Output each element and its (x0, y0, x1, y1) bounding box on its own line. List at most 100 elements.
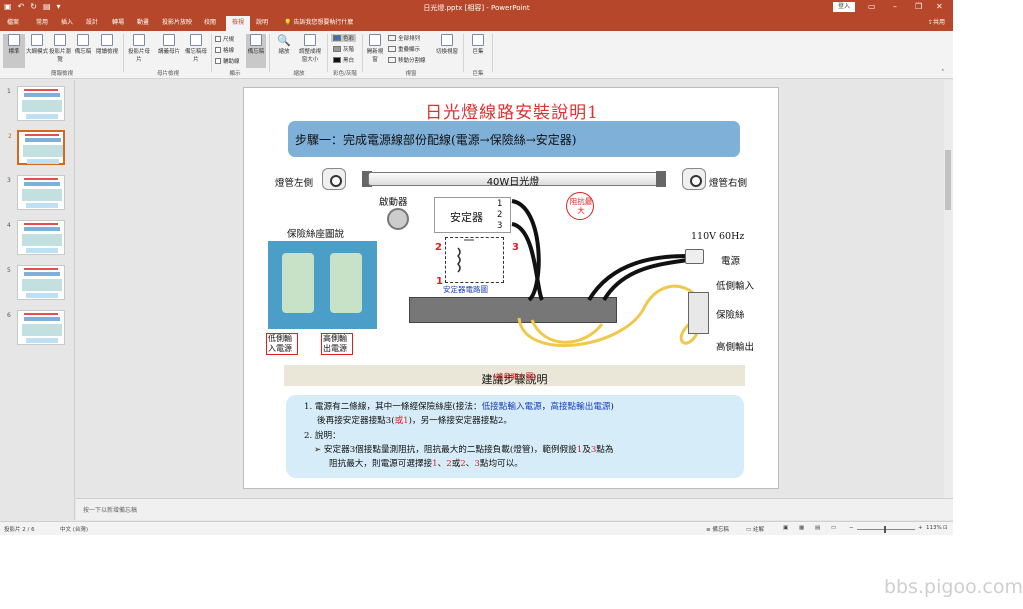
close-icon[interactable]: ✕ (936, 2, 943, 12)
bw-mode-button[interactable]: 黑白 (333, 56, 354, 64)
macros-icon (472, 34, 484, 46)
arrange-all-button[interactable]: 全部排列 (388, 34, 420, 42)
notes-toggle-button[interactable]: 備忘稿 (246, 34, 266, 68)
slide-number: 2 (8, 133, 12, 140)
comments-status-button[interactable]: ▭ 註解 (746, 525, 764, 533)
tab-file[interactable]: 檔案 (4, 15, 22, 31)
tab-slideshow[interactable]: 投影片放映 (160, 15, 194, 31)
vertical-scrollbar[interactable] (944, 80, 953, 498)
tab-transitions[interactable]: 轉場 (110, 15, 126, 31)
cascade-label: 重疊顯示 (398, 47, 421, 53)
grayscale-mode-button[interactable]: 灰階 (333, 45, 354, 53)
handout-master-label: 講義母片 (157, 49, 180, 55)
slideshow-status-icon[interactable]: ▭ (831, 525, 836, 531)
zoom-label: 縮放 (278, 49, 290, 55)
slide-thumbnail[interactable]: 3 (7, 175, 65, 210)
window-title: 日光燈.pptx [相容] - PowerPoint (423, 4, 530, 12)
guides-label: 輔助線 (223, 59, 240, 65)
scrollbar-thumb[interactable] (945, 150, 951, 210)
restore-icon[interactable]: ❐ (915, 2, 922, 12)
slide-thumbnail-active[interactable]: 2 (8, 130, 65, 165)
slide-number: 1 (7, 88, 11, 95)
collapse-ribbon-icon[interactable]: ˆ (941, 69, 945, 77)
new-window-label: 開新視窗 (366, 49, 384, 63)
slide-sorter-icon (54, 34, 66, 46)
share-button[interactable]: ⇪共用 (928, 15, 945, 31)
cascade-icon (388, 46, 396, 52)
tab-insert[interactable]: 插入 (59, 15, 75, 31)
gridlines-label: 格線 (223, 48, 235, 54)
macros-button[interactable]: 巨集 (468, 34, 488, 55)
reading-view-button[interactable]: 閱讀檢視 (95, 34, 119, 55)
ruler-checkbox-box (215, 36, 221, 42)
arrange-all-icon (388, 35, 396, 41)
tab-help[interactable]: 說明 (254, 15, 270, 31)
zoom-in-icon[interactable]: + (918, 525, 923, 531)
slide-thumbnail[interactable]: 6 (7, 310, 65, 345)
instructions-box[interactable]: 1. 電源有二條線，其中一條經保險絲座(接法：低接點輸入電源，高接點輸出電源) … (286, 395, 744, 478)
language-indicator[interactable]: 中文 (台灣) (60, 525, 88, 533)
grayscale-mode-label: 灰階 (343, 47, 355, 53)
outline-view-icon (31, 34, 43, 46)
slide-thumbnail[interactable]: 4 (7, 220, 65, 255)
slide-sorter-button[interactable]: 投影片瀏覽 (49, 34, 71, 63)
tab-review[interactable]: 校閱 (202, 15, 218, 31)
switch-windows-icon (441, 34, 453, 46)
slide-thumbnail[interactable]: 5 (7, 265, 65, 300)
handout-master-button[interactable]: 講義母片 (157, 34, 181, 55)
tab-view[interactable]: 檢視 (226, 16, 250, 31)
move-split-button[interactable]: 移動分割線 (388, 56, 426, 64)
zoom-button[interactable]: 🔍 縮放 (274, 34, 294, 55)
notes-page-button[interactable]: 備忘稿 (72, 34, 94, 55)
notes-status-button[interactable]: ≡ 備忘稿 (706, 525, 729, 533)
guides-checkbox[interactable]: 輔助線 (215, 57, 240, 65)
reading-view-status-icon[interactable]: ▤ (815, 525, 820, 531)
notes-pane[interactable]: 按一下以新增備忘稿 (76, 498, 953, 520)
group-macros: 巨集 (472, 71, 484, 77)
notes-master-button[interactable]: 備忘稿母片 (184, 34, 208, 63)
gridlines-checkbox[interactable]: 格線 (215, 46, 234, 54)
outline-view-button[interactable]: 大綱模式 (26, 34, 48, 55)
ribbon-divider (123, 34, 124, 72)
cascade-button[interactable]: 重疊顯示 (388, 45, 420, 53)
fuse-low-label: 低側輸入電源 (266, 333, 298, 355)
fit-window-button[interactable]: 調整成視窗大小 (297, 34, 323, 63)
macros-label: 巨集 (472, 49, 484, 55)
normal-view-button[interactable]: 標準 (3, 34, 25, 68)
notes-toggle-icon (250, 34, 262, 46)
new-window-button[interactable]: 開新視窗 (365, 34, 385, 63)
zoom-slider[interactable] (857, 529, 915, 530)
slide-canvas[interactable]: 日光燈線路安裝說明1 步驟一：完成電源線部份配線(電源→保險絲→安定器) 燈管左… (243, 87, 779, 489)
share-label: 共用 (933, 19, 946, 26)
notes-status-label: 備忘稿 (712, 527, 729, 533)
tab-animations[interactable]: 動畫 (135, 15, 151, 31)
normal-view-label: 標準 (8, 49, 20, 55)
notes-master-label: 備忘稿母片 (184, 49, 207, 63)
ruler-checkbox[interactable]: 尺規 (215, 35, 234, 43)
low-input-label: 低側輸入 (716, 281, 755, 292)
sorter-view-status-icon[interactable]: ▦ (799, 525, 804, 531)
zoom-slider-knob[interactable] (884, 526, 886, 533)
fuse-icon (688, 292, 709, 334)
suggest-banner[interactable]: 建議步驟說明 (請參閱上圖) (284, 365, 745, 386)
instruction-line-2: 後再接安定器接點3(或1)，另一條接安定器接點2。 (317, 416, 512, 426)
slide-thumbnail[interactable]: 1 (7, 86, 65, 121)
normal-view-status-icon[interactable]: ▣ (783, 525, 788, 531)
tab-design[interactable]: 設計 (84, 15, 100, 31)
switch-windows-button[interactable]: 切換視窗 (434, 34, 460, 55)
fit-slide-icon[interactable]: ⊡ (943, 525, 948, 531)
arrange-all-label: 全部排列 (398, 36, 421, 42)
zoom-out-icon[interactable]: − (849, 525, 854, 531)
signin-button[interactable]: 登入 (833, 2, 855, 12)
notes-page-icon (77, 34, 89, 46)
fuse-holder-photo (268, 241, 377, 329)
tell-me-search[interactable]: 💡 告訴我您想要執行什麼 (284, 15, 353, 31)
color-mode-button[interactable]: 色彩 (331, 34, 357, 42)
zoom-level[interactable]: 113% (926, 525, 942, 531)
instruction-line-5: 阻抗最大，則電源可選擇接1、2或2、3點均可以。 (329, 459, 523, 469)
high-output-label: 高側輸出 (716, 342, 755, 353)
minimize-icon[interactable]: – (893, 2, 897, 12)
slide-master-button[interactable]: 投影片母片 (126, 34, 152, 63)
tab-home[interactable]: 常用 (34, 15, 50, 31)
ribbon-display-icon[interactable]: ▭ (868, 2, 876, 12)
